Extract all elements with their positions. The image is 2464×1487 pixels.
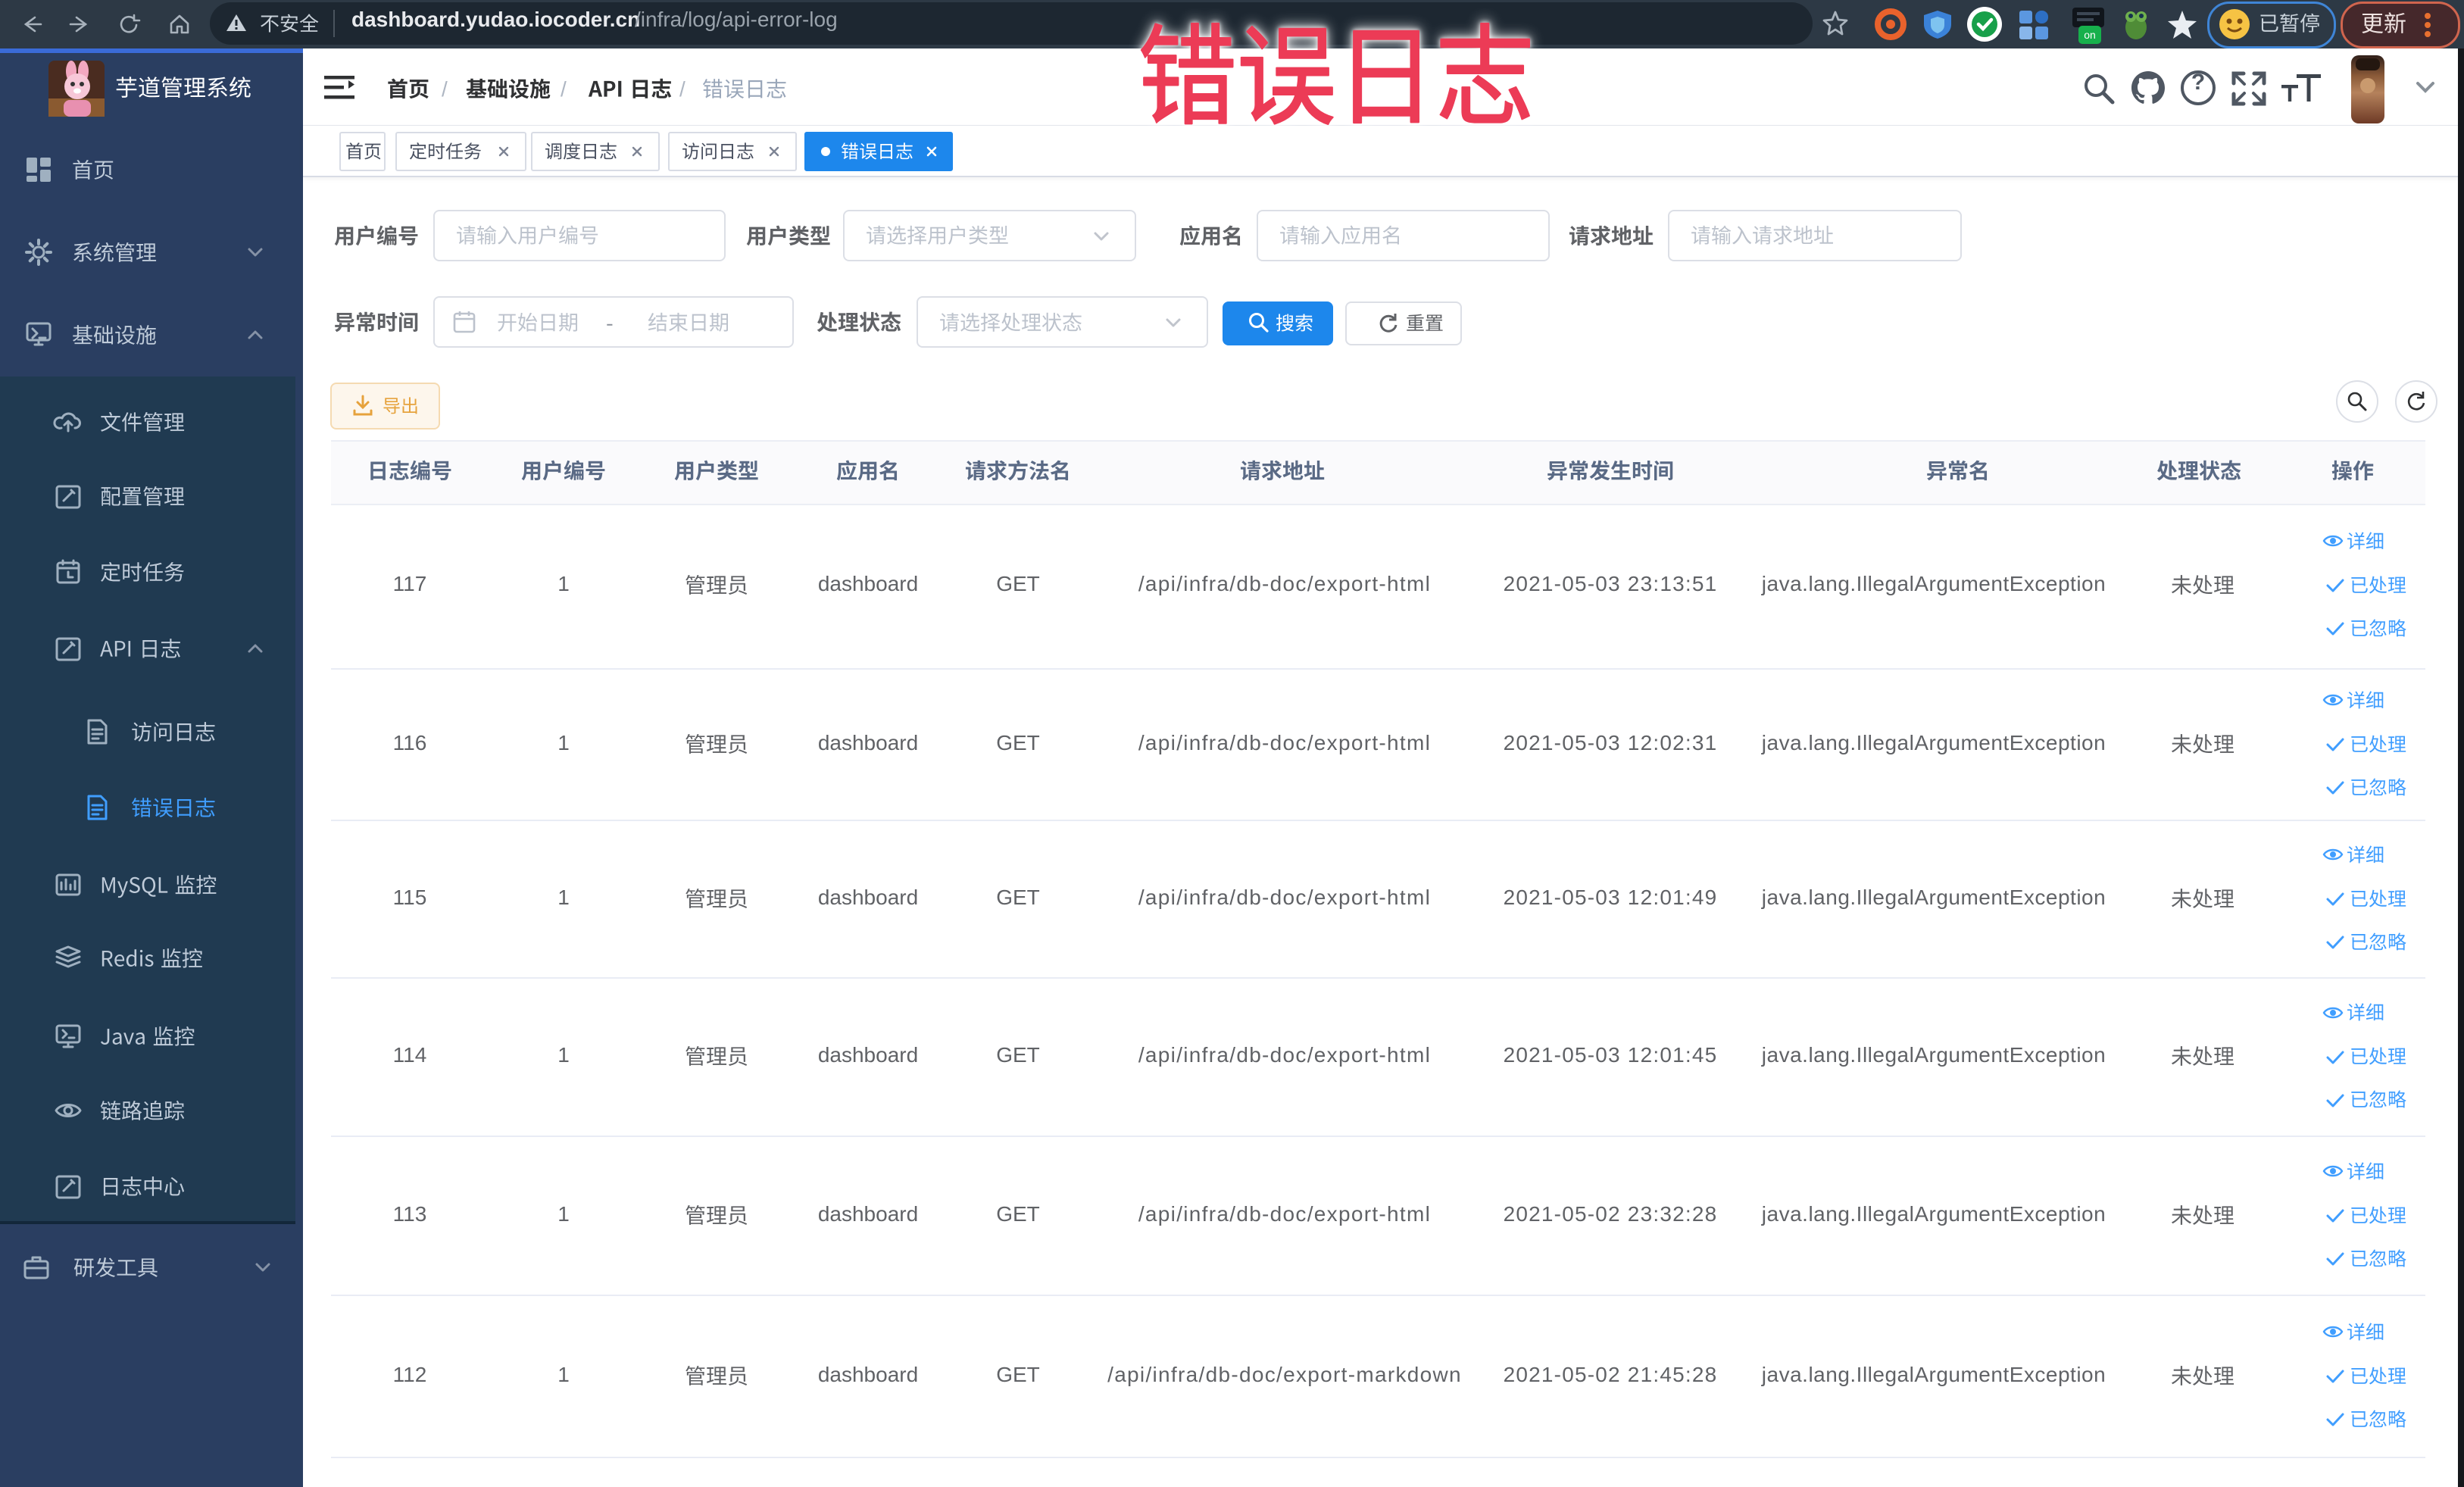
svg-text:on: on: [2084, 29, 2096, 41]
